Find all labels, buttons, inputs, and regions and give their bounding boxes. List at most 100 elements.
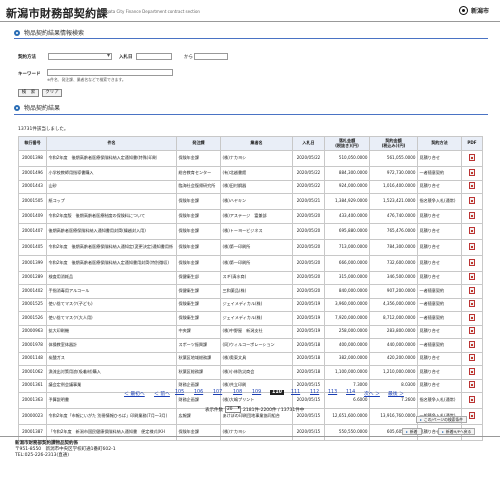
cell-name: 炭酸ガス	[46, 351, 177, 366]
pdf-icon[interactable]	[469, 354, 475, 362]
search-heading-rule	[14, 38, 488, 39]
cell-date: 2020/05/20	[292, 284, 325, 299]
cell-bid: 713,000.0000	[324, 238, 370, 256]
page-link[interactable]: 105	[175, 390, 184, 395]
cell-pdf	[461, 378, 483, 393]
method-label: 契約方法	[18, 55, 36, 60]
cell-contract: 440,000.0000	[369, 338, 418, 353]
cell-vendor: (株)第一印刷所	[220, 238, 293, 256]
cell-no: 20001525	[18, 297, 47, 312]
pdf-icon[interactable]	[469, 154, 475, 162]
results-heading-rule	[14, 114, 488, 115]
cell-vendor: (同)ウィルコーポレーション	[220, 338, 293, 353]
pdf-icon[interactable]	[469, 396, 475, 404]
cell-vendor: ジェイメディカル(株)	[220, 311, 293, 326]
pdf-icon[interactable]	[469, 367, 475, 375]
city-emblem-icon	[459, 6, 468, 15]
cell-method: 見積り合せ	[417, 150, 462, 167]
range-separator: から	[184, 55, 193, 60]
city-logo[interactable]: 新潟市	[459, 6, 489, 15]
display-count-select[interactable]: 20	[225, 406, 241, 413]
cell-dept: 保険年金課	[176, 209, 221, 224]
pdf-icon[interactable]	[469, 258, 475, 266]
column-header[interactable]: 落札金額 (税抜き)(円)	[324, 136, 370, 151]
cell-name: 「令和2年度 新潟市国民健康保険料納入通知書 便定様式(KH	[46, 424, 177, 441]
pagination: ＜ 最初へ ＜ 前へ 105 106 107 108 109 110 111 1…	[90, 389, 410, 398]
cell-bid: 258,000.0000	[324, 324, 370, 339]
column-header[interactable]: 業者名	[220, 136, 293, 151]
cell-pdf	[461, 193, 483, 210]
table-row: 20001409 令和2年度版 後期高齢者医療制度の保険料について 保険年金課 (株)…	[18, 209, 483, 224]
column-header[interactable]: 執行番号	[18, 136, 47, 151]
new-link-button[interactable]: ▸ 新着	[402, 428, 422, 435]
column-header[interactable]: 発注課	[176, 136, 221, 151]
cell-method: 一者随意契約	[417, 166, 462, 181]
pdf-icon[interactable]	[469, 168, 475, 176]
pdf-icon[interactable]	[469, 197, 475, 205]
column-header[interactable]: 契約方法	[417, 136, 462, 151]
back-to-top-button[interactable]: ▸ 新着H/Pへ戻る	[438, 428, 476, 435]
cell-method: 見積り合せ	[417, 351, 462, 366]
cell-date: 2020/05/18	[292, 365, 325, 380]
cell-pdf	[461, 179, 483, 194]
cell-bid: 315,000.0000	[324, 270, 370, 285]
clear-button[interactable]: クリア	[42, 89, 62, 97]
cell-name: 後期高齢者医療保険料納入通知書用封筒(繰越封入用)	[46, 222, 177, 240]
page-link[interactable]: 112	[310, 390, 319, 395]
pdf-icon[interactable]	[469, 226, 475, 234]
cell-date: 2020/05/18	[292, 338, 325, 353]
pdf-icon[interactable]	[469, 412, 475, 420]
page-link[interactable]: 111	[291, 390, 300, 395]
cell-method: 指名競争入札(通常)	[417, 392, 462, 409]
cell-name: 検査用消耗品	[46, 270, 177, 285]
method-select[interactable]	[48, 52, 112, 60]
column-header[interactable]: 契約金額 (税込み)(円)	[369, 136, 418, 151]
cell-date: 2020/05/22	[292, 166, 325, 181]
cell-dept: 保健衛生部	[176, 270, 221, 285]
section-bullet-icon	[14, 29, 20, 36]
page-link[interactable]: 114	[346, 390, 355, 395]
bid-date-from-input[interactable]	[136, 53, 172, 60]
pdf-icon[interactable]	[469, 300, 475, 308]
table-row: 20001443 山砂 臨海社会復帰研究所 (株)田村鋼器 2020/05/22 924,…	[18, 179, 483, 194]
pdf-icon[interactable]	[469, 273, 475, 281]
cell-pdf	[461, 254, 483, 272]
last-page-link[interactable]: 最後 ＞	[388, 390, 404, 397]
cell-method: 見積り合せ	[417, 222, 462, 240]
page-link[interactable]: 113	[328, 390, 337, 395]
table-row: 20001289 検査用消耗品 保健衛生部 スギ(清水商) 2020/05/20 315,…	[18, 270, 483, 285]
condition-link-button[interactable]: ▸ この/ページの検索条件	[416, 416, 468, 423]
cell-date: 2020/05/20	[292, 238, 325, 256]
cell-vendor: (株)ハヤキン	[220, 193, 293, 210]
cell-vendor: (有)北越書館	[220, 166, 293, 181]
pdf-icon[interactable]	[469, 242, 475, 250]
page-link[interactable]: 108	[233, 390, 242, 395]
page-link[interactable]: 107	[213, 390, 222, 395]
pdf-icon[interactable]	[469, 211, 475, 219]
pdf-icon[interactable]	[469, 327, 475, 335]
footer-rule	[0, 436, 500, 437]
cell-dept: 臨海社会復帰研究所	[176, 179, 221, 194]
table-row: 20001398 令和2年度 後期高齢者医療保険料納入定通知書(特殊)印刷 保険年金…	[18, 150, 483, 167]
bid-date-to-input[interactable]	[194, 53, 228, 60]
cell-no: 20001978	[18, 338, 47, 353]
cell-vendor: (株)第一印刷所	[220, 254, 293, 272]
cell-no: 20000963	[18, 324, 47, 339]
page-link[interactable]: 109	[252, 390, 261, 395]
cell-dept: 保健衛生課	[176, 284, 221, 299]
column-header[interactable]: 入札日	[292, 136, 325, 151]
cell-no: 20001289	[18, 270, 47, 285]
keyword-input[interactable]	[47, 69, 173, 76]
column-header[interactable]: 件名	[46, 136, 177, 151]
pdf-icon[interactable]	[469, 182, 475, 190]
first-page-link[interactable]: ＜ 最初へ	[124, 390, 145, 397]
pdf-icon[interactable]	[469, 340, 475, 348]
prev-page-link[interactable]: ＜ 前へ	[154, 390, 170, 397]
search-button[interactable]: 検 索	[18, 89, 39, 97]
pdf-icon[interactable]	[469, 313, 475, 321]
cell-vendor: 三和薬品(株)	[220, 284, 293, 299]
pdf-icon[interactable]	[469, 381, 475, 389]
next-page-link[interactable]: 次へ ＞	[364, 390, 380, 397]
pdf-icon[interactable]	[469, 286, 475, 294]
page-link[interactable]: 106	[194, 390, 203, 395]
